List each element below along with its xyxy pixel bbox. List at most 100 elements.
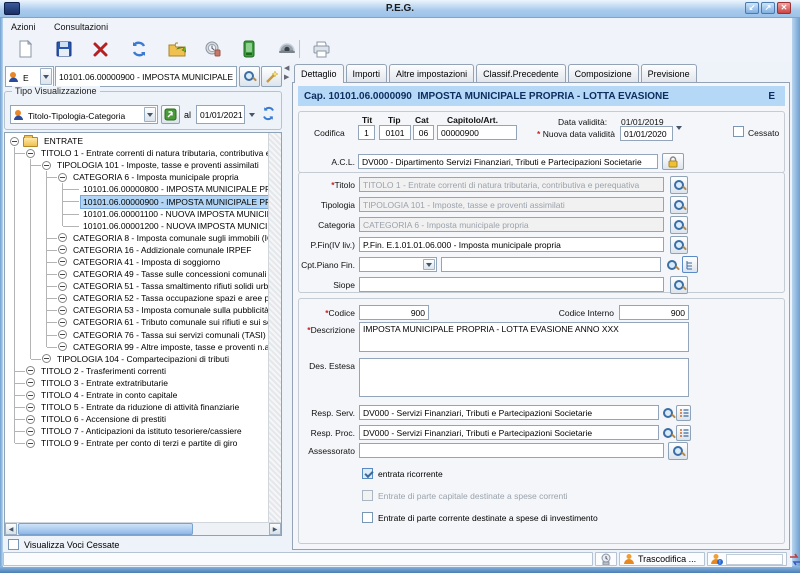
tree-expand-icon[interactable] (58, 173, 67, 182)
tree-item[interactable]: 10101.06.00001200 - NUOVA IMPOSTA MUNICI… (5, 220, 268, 232)
titolo-field[interactable]: TITOLO 1 - Entrate correnti di natura tr… (359, 177, 664, 192)
tit-field[interactable]: 1 (358, 125, 375, 140)
pfin-field[interactable]: P.Fin. E.1.01.01.06.000 - Imposta munici… (359, 237, 664, 252)
cpt-piano-fin-field[interactable] (441, 257, 661, 272)
tree-item[interactable]: CATEGORIA 76 - Tassa sui servizi comunal… (5, 329, 268, 341)
categoria-search-button[interactable] (670, 216, 688, 234)
tree-expand-icon[interactable] (58, 257, 67, 266)
descrizione-field[interactable]: IMPOSTA MUNICIPALE PROPRIA - LOTTA EVASI… (359, 322, 689, 352)
tree-expand-icon[interactable] (58, 270, 67, 279)
titolo-search-button[interactable] (670, 176, 688, 194)
entrate-corrente-checkbox[interactable] (362, 512, 373, 523)
visualizza-voci-cessate-checkbox[interactable] (8, 539, 19, 550)
new-document-icon[interactable] (13, 37, 37, 61)
tree-item[interactable]: TITOLO 2 - Trasferimenti correnti (5, 365, 268, 377)
tree-item[interactable]: CATEGORIA 61 - Tributo comunale sui rifi… (5, 316, 268, 328)
tree-item[interactable]: TITOLO 3 - Entrate extratributarie (5, 377, 268, 389)
cpt-piano-fin-tree-button[interactable] (682, 256, 698, 273)
view-combo-arrow[interactable] (144, 107, 156, 122)
scroll-thumb[interactable] (18, 523, 193, 535)
tree-item[interactable]: CATEGORIA 8 - Imposta comunale sugli imm… (5, 232, 268, 244)
cessato-checkbox[interactable] (733, 126, 744, 137)
des-estesa-field[interactable] (359, 358, 689, 397)
archive-icon[interactable] (237, 37, 261, 61)
tree-expand-icon[interactable] (26, 403, 35, 412)
resp-proc-list-button[interactable] (676, 425, 691, 441)
tree-item[interactable]: TITOLO 4 - Entrate in conto capitale (5, 389, 268, 401)
codice-field[interactable]: 900 (359, 305, 429, 320)
delete-icon[interactable] (89, 37, 113, 61)
scroll-right-arrow[interactable]: ▶ (269, 523, 281, 535)
tree-item[interactable]: CATEGORIA 16 - Addizionale comunale IRPE… (5, 244, 268, 256)
tree-expand-icon[interactable] (42, 161, 51, 170)
search-button[interactable] (239, 66, 260, 87)
view-date-dropdown[interactable] (246, 108, 258, 122)
resp-proc-search-button[interactable] (660, 425, 676, 441)
splitter-collapse-icon[interactable]: ◀ (284, 64, 289, 72)
siope-search-button[interactable] (670, 276, 688, 294)
tree-item[interactable]: CATEGORIA 49 - Tasse sulle concessioni c… (5, 268, 268, 280)
tree-vertical-scrollbar[interactable] (268, 133, 281, 522)
entrata-ricorrente-checkbox[interactable] (362, 468, 373, 479)
print-icon[interactable] (309, 37, 333, 61)
tree-expand-icon[interactable] (58, 318, 67, 327)
assessorato-search-button[interactable] (668, 442, 688, 460)
nuova-data-field[interactable]: 01/01/2020 (620, 126, 673, 141)
close-button[interactable]: ✕ (777, 2, 791, 14)
tree-expand-icon[interactable] (26, 439, 35, 448)
tree-expand-icon[interactable] (42, 354, 51, 363)
tree-expand-icon[interactable] (10, 137, 19, 146)
resp-proc-field[interactable]: DV000 - Servizi Finanziari, Tributi e Pa… (359, 425, 659, 440)
tree-item[interactable]: TITOLO 5 - Entrate da riduzione di attiv… (5, 401, 268, 413)
tree-horizontal-scrollbar[interactable]: ◀ ▶ (5, 522, 281, 535)
tipologia-field[interactable]: TIPOLOGIA 101 - Imposte, tasse e provent… (359, 197, 664, 212)
minimize-button[interactable]: ↙ (745, 2, 759, 14)
tip-field[interactable]: 0101 (379, 125, 411, 140)
cpt-piano-fin-search-button[interactable] (664, 257, 680, 273)
tab-previsione[interactable]: Previsione (641, 64, 697, 82)
tree-expand-icon[interactable] (58, 294, 67, 303)
view-type-combo[interactable]: Titolo-Tipologia-Categoria (10, 105, 158, 124)
tipologia-search-button[interactable] (670, 196, 688, 214)
tree-item[interactable]: TITOLO 6 - Accensione di prestiti (5, 413, 268, 425)
scroll-left-arrow[interactable]: ◀ (5, 523, 17, 535)
acl-field[interactable]: DV000 - Dipartimento Servizi Finanziari,… (358, 154, 658, 169)
assessorato-field[interactable] (359, 443, 664, 458)
tree-expand-icon[interactable] (58, 330, 67, 339)
menu-consultazioni[interactable]: Consultazioni (46, 19, 116, 35)
tree-item[interactable]: CATEGORIA 53 - Imposta comunale sulla pu… (5, 304, 268, 316)
tree-expand-icon[interactable] (58, 342, 67, 351)
refresh-tree-button[interactable] (261, 106, 278, 123)
pfin-search-button[interactable] (670, 236, 688, 254)
transfer-arrows-icon[interactable] (789, 553, 800, 566)
entity-combo-arrow[interactable] (40, 68, 52, 85)
wizard-button[interactable] (261, 66, 282, 87)
save-icon[interactable] (52, 37, 76, 61)
view-date-field[interactable]: 01/01/2021 (196, 105, 245, 124)
tree-expand-icon[interactable] (26, 427, 35, 436)
tree-expand-icon[interactable] (26, 366, 35, 375)
entrate-capitale-checkbox[interactable] (362, 490, 373, 501)
tree-item[interactable]: CATEGORIA 51 - Tassa smaltimento rifiuti… (5, 280, 268, 292)
codice-interno-field[interactable]: 900 (619, 305, 689, 320)
splitter-expand-icon[interactable]: ▶ (284, 73, 289, 81)
tree-item[interactable]: CATEGORIA 52 - Tassa occupazione spazi e… (5, 292, 268, 304)
resp-serv-list-button[interactable] (676, 405, 691, 421)
tree-expand-icon[interactable] (58, 245, 67, 254)
entity-type-combo[interactable]: E (5, 66, 54, 87)
tree-expand-icon[interactable] (26, 391, 35, 400)
camera-icon[interactable] (275, 37, 299, 61)
siope-field[interactable] (359, 277, 664, 292)
resp-serv-field[interactable]: DV000 - Servizi Finanziari, Tributi e Pa… (359, 405, 659, 420)
capitolo-search-field[interactable]: 10101.06.00000900 - IMPOSTA MUNICIPALE P… (55, 66, 237, 87)
tree-item[interactable]: 10101.06.00001100 - NUOVA IMPOSTA MUNICI… (5, 208, 268, 220)
tree-item[interactable]: CATEGORIA 6 - Imposta municipale propria (5, 171, 268, 183)
tree-item[interactable]: TITOLO 1 - Entrate correnti di natura tr… (5, 147, 268, 159)
categoria-field[interactable]: CATEGORIA 6 - Imposta municipale propria (359, 217, 664, 232)
tree-item[interactable]: CATEGORIA 99 - Altre imposte, tasse e pr… (5, 341, 268, 353)
open-folder-icon[interactable] (165, 37, 189, 61)
menu-azioni[interactable]: Azioni (3, 19, 44, 35)
cat-field[interactable]: 06 (413, 125, 434, 140)
tree-expand-icon[interactable] (26, 378, 35, 387)
tree-item[interactable]: TITOLO 9 - Entrate per conto di terzi e … (5, 437, 268, 449)
